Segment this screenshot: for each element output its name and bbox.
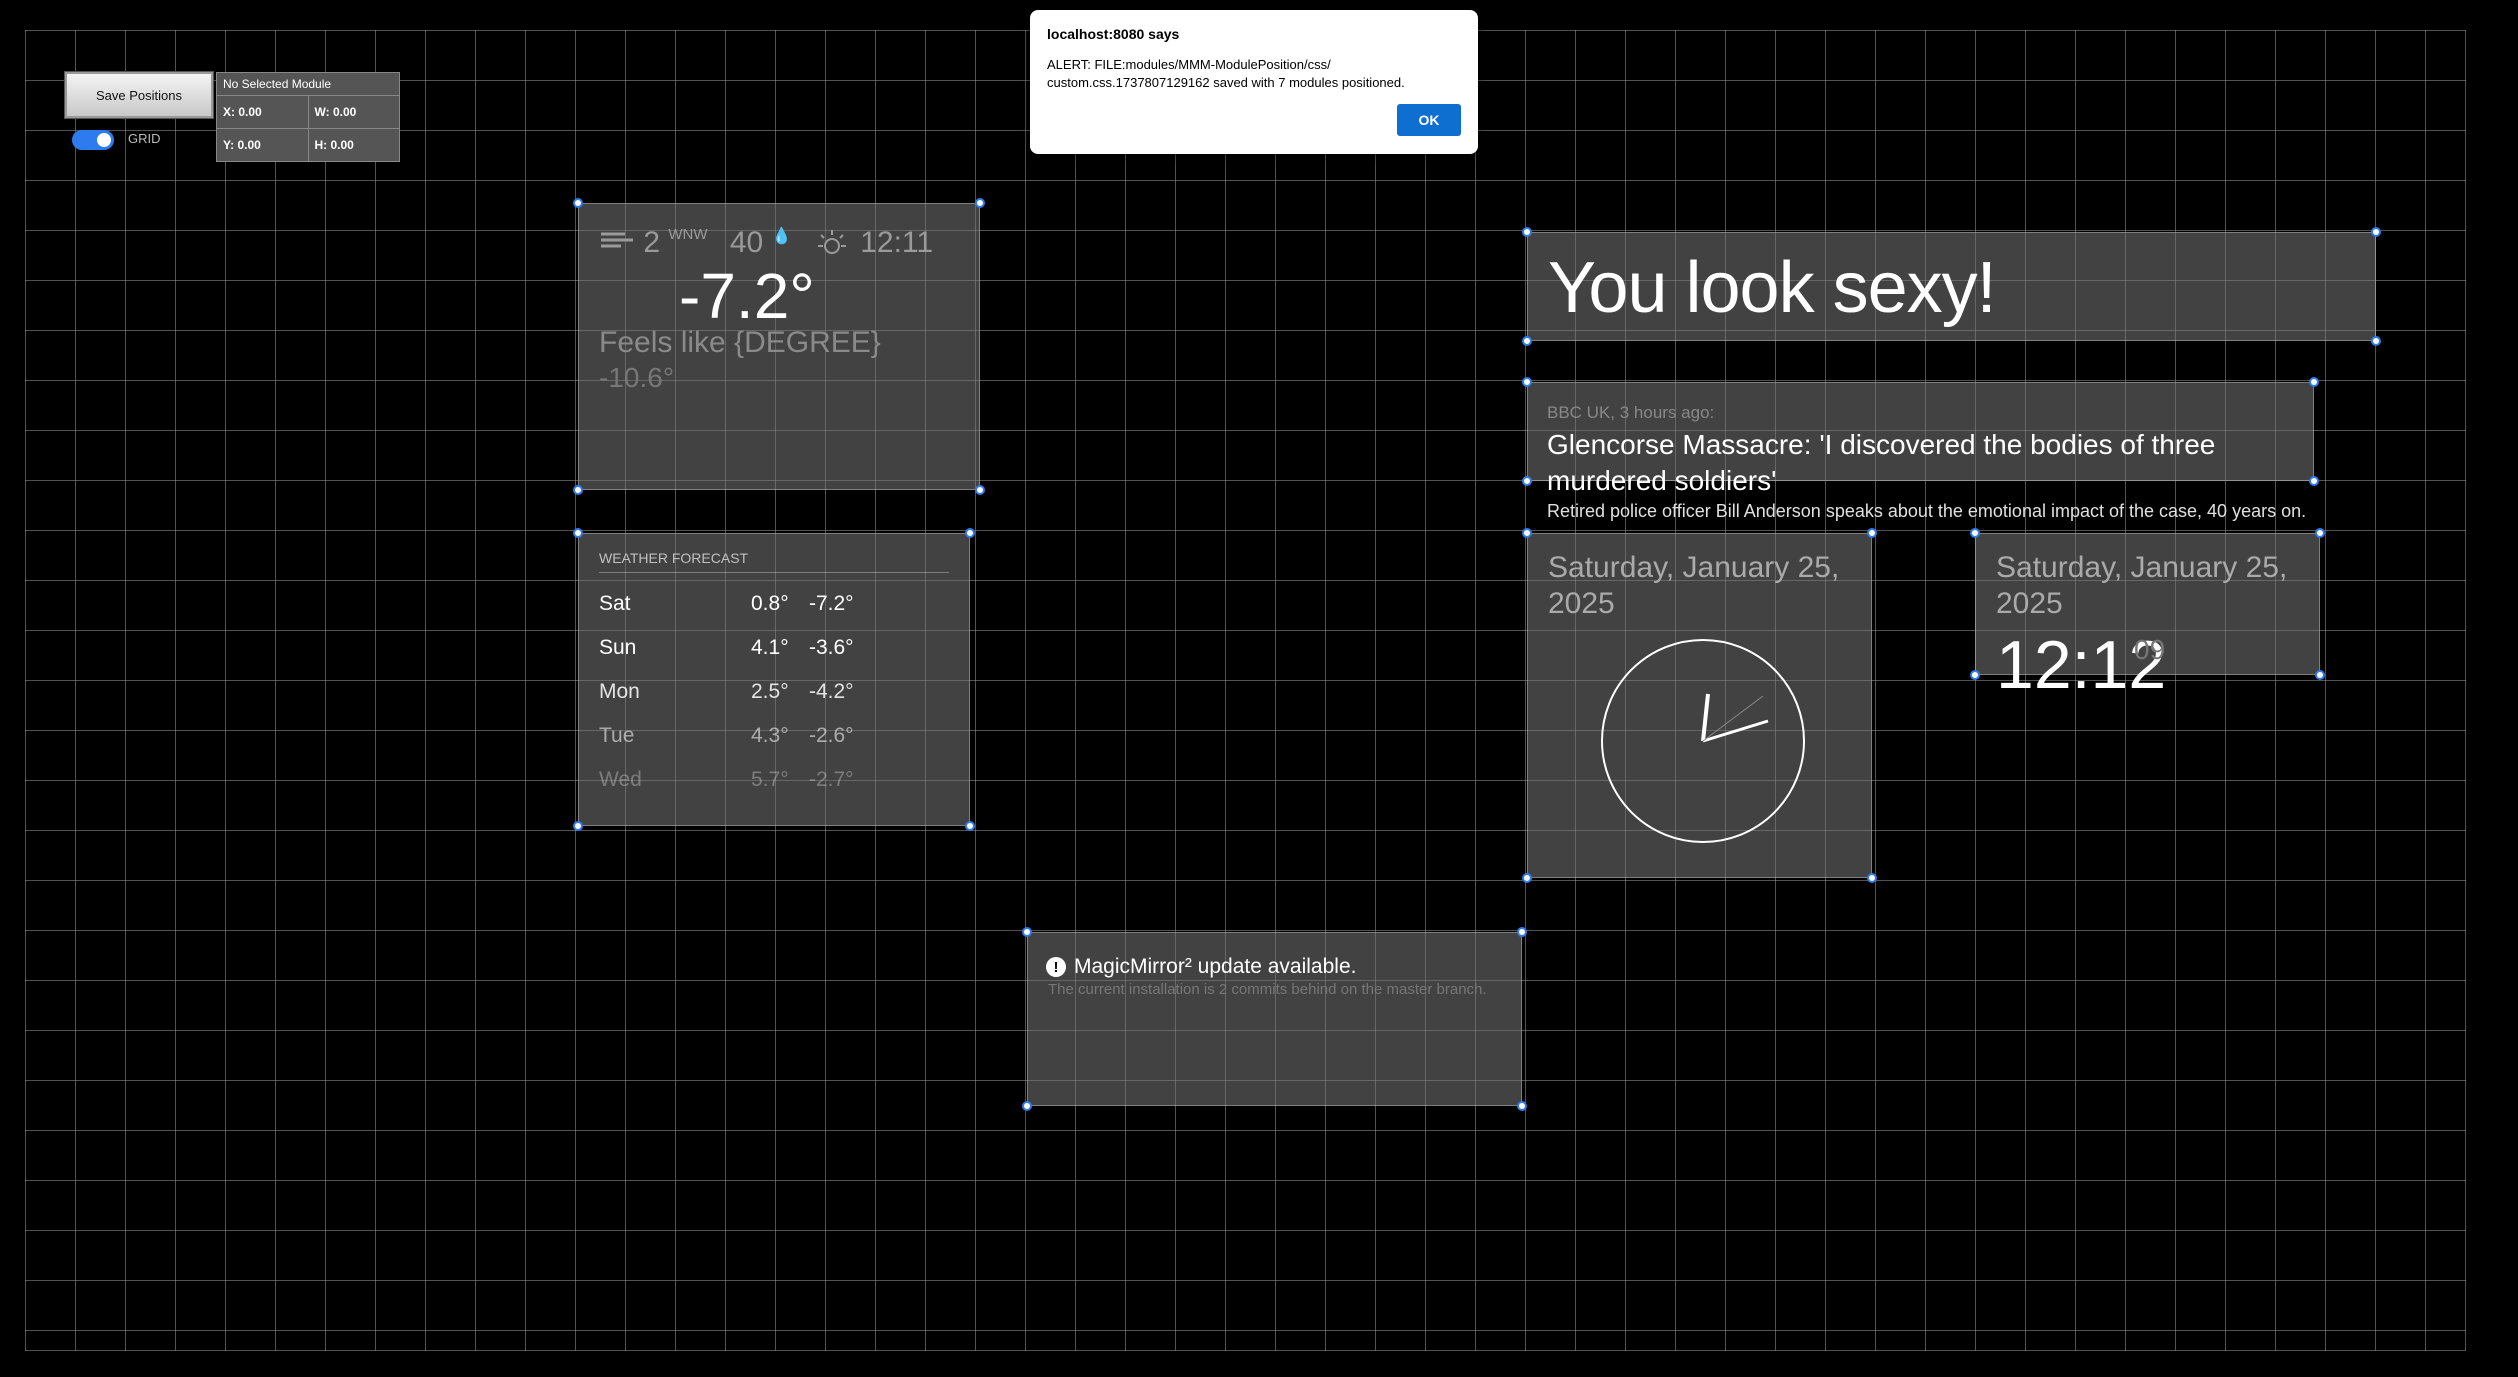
resize-handle[interactable] [1970,670,1980,680]
forecast-header: WEATHER FORECAST [599,550,749,566]
toggle-knob [97,133,111,147]
forecast-row: Mon 2.5° -4.2° [599,680,854,703]
x-value: X: 0.00 [223,105,262,119]
weather-current-module[interactable]: 2 WNW 40 💧 12:11 -7.2° Feels like {DEGRE… [573,198,985,495]
resize-handle[interactable] [1022,1101,1032,1111]
resize-handle[interactable] [1522,528,1532,538]
forecast-row: Tue 4.3° -2.6° [599,724,854,747]
clock-date: Saturday, January 25, 2025 [1996,551,2288,620]
resize-handle[interactable] [1867,528,1877,538]
wind-speed: 2 [643,226,661,259]
sun-icon [812,226,852,268]
weather-forecast-module[interactable]: WEATHER FORECAST Sat 0.8° -7.2° Sun 4.1° -3.… [573,528,975,831]
w-value: W: 0.00 [307,96,400,128]
wind-direction: WNW [668,226,708,243]
forecast-divider [599,572,949,573]
resize-handle[interactable] [573,821,583,831]
resize-handle[interactable] [1522,227,1532,237]
resize-handle[interactable] [965,821,975,831]
clock-seconds: 09 [2134,634,2166,665]
resize-handle[interactable] [1517,1101,1527,1111]
save-positions-button[interactable]: Save Positions [65,72,213,118]
compliments-module[interactable]: You look sexy! [1522,227,2381,346]
exclamation-circle-icon: ! [1046,957,1066,977]
compliment-text: You look sexy! [1548,248,1997,328]
update-subtitle: The current installation is 2 commits be… [1048,981,1487,998]
grid-toggle[interactable] [72,130,114,150]
alert-message: ALERT: FILE:modules/MMM-ModulePosition/c… [1047,57,1405,90]
resize-handle[interactable] [975,198,985,208]
resize-handle[interactable] [1522,377,1532,387]
current-temperature: -7.2° [679,260,815,332]
analog-clock-module[interactable]: Saturday, January 25, 2025 [1522,528,1877,883]
resize-handle[interactable] [1517,927,1527,937]
alert-title: localhost:8080 says [1047,26,1180,42]
forecast-row: Sun 4.1° -3.6° [599,636,854,659]
wind-icon [599,226,635,260]
news-source: BBC UK, 3 hours ago: [1547,403,1715,422]
forecast-row: Sat 0.8° -7.2° [599,592,854,615]
resize-handle[interactable] [965,528,975,538]
h-value: H: 0.00 [307,129,400,161]
y-value: Y: 0.00 [223,138,261,152]
update-title: MagicMirror² update available. [1074,955,1357,978]
resize-handle[interactable] [1970,528,1980,538]
resize-handle[interactable] [573,198,583,208]
humidity-value: 40 [729,226,764,259]
resize-handle[interactable] [1522,873,1532,883]
info-panel-title: No Selected Module [217,73,399,96]
resize-handle[interactable] [1522,336,1532,346]
resize-handle[interactable] [975,485,985,495]
resize-handle[interactable] [2371,336,2381,346]
resize-handle[interactable] [2315,670,2325,680]
alert-ok-button[interactable]: OK [1397,104,1461,136]
resize-handle[interactable] [1522,476,1532,486]
resize-handle[interactable] [1022,927,1032,937]
resize-handle[interactable] [2309,476,2319,486]
resize-handle[interactable] [573,485,583,495]
feels-like-label: Feels like {DEGREE} [599,326,881,359]
resize-handle[interactable] [2371,227,2381,237]
clock-date: Saturday, January 25, 2025 [1548,551,1840,620]
module-info-panel: No Selected Module X: 0.00 W: 0.00 Y: 0.… [216,72,400,162]
news-description: Retired police officer Bill Anderson spe… [1547,501,2307,521]
feels-like-value: -10.6° [599,362,675,393]
sunrise-time: 12:11 [860,226,934,259]
resize-handle[interactable] [2309,377,2319,387]
analog-clock-face [1601,639,1805,843]
news-headline: Glencorse Massacre: 'I discovered the bo… [1547,429,2216,496]
forecast-row: Wed 5.7° -2.7° [599,768,854,791]
grid-toggle-label: GRID [128,131,161,146]
digital-clock-module[interactable]: Saturday, January 25, 2025 12:12 09 [1970,528,2325,703]
alert-dialog: localhost:8080 says ALERT: FILE:modules/… [1030,10,1478,154]
humidity-icon: 💧 [771,228,792,245]
resize-handle[interactable] [1867,873,1877,883]
update-notification-module[interactable]: ! MagicMirror² update available. The cur… [1022,927,1527,1111]
resize-handle[interactable] [2315,528,2325,538]
resize-handle[interactable] [573,528,583,538]
newsfeed-module[interactable]: BBC UK, 3 hours ago: Glencorse Massacre:… [1522,377,2319,521]
